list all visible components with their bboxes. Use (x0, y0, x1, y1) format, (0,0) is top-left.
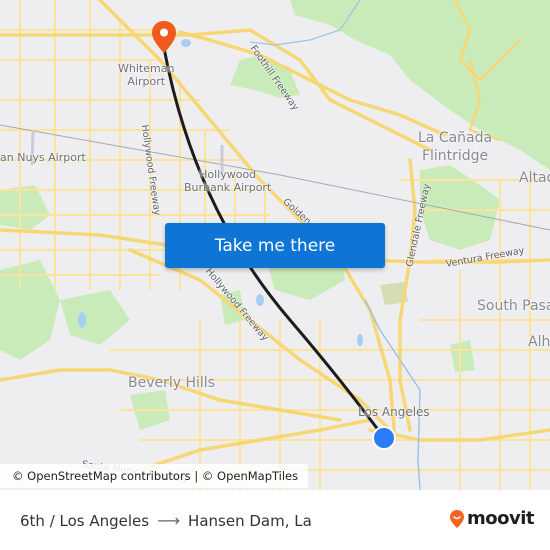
park (450, 340, 475, 372)
road (0, 28, 432, 152)
label-altadena: Altad (519, 170, 550, 186)
label-whiteman-airport: Whiteman Airport (118, 62, 175, 88)
park (0, 185, 50, 230)
origin-name: 6th / Los Angeles (20, 511, 150, 530)
park (420, 165, 500, 250)
map[interactable]: Whiteman Airport an Nuys Airport Hollywo… (0, 0, 550, 490)
label-los-angeles: Los Angeles (358, 405, 430, 419)
road (138, 418, 372, 472)
park (60, 290, 130, 345)
destination-name: Hansen Dam, La (188, 511, 312, 530)
map-attribution[interactable]: © OpenStreetMap contributors | © OpenMap… (0, 464, 309, 488)
label-alhambra: Alh (528, 334, 550, 350)
label-hollywood-burbank-airport: Hollywood Burbank Airport (184, 168, 272, 194)
brand-name: moovit (467, 508, 535, 529)
label-beverly-hills: Beverly Hills (128, 375, 215, 391)
moovit-logo[interactable]: moovit (449, 508, 535, 529)
map-pin-icon[interactable] (151, 20, 177, 54)
route-summary: 6th / Los Angeles ⟶ Hansen Dam, La (20, 511, 312, 530)
arrow-right-icon: ⟶ (157, 511, 181, 530)
moovit-pin-icon (450, 509, 464, 528)
label-van-nuys-airport: an Nuys Airport (0, 151, 86, 164)
location-dot-icon[interactable] (372, 426, 396, 450)
label-la-canada-flintridge: La Cañada Flintridge (418, 130, 493, 164)
label-south-pasadena: South Pasa (477, 298, 550, 314)
take-me-there-button[interactable]: Take me there (165, 223, 385, 268)
